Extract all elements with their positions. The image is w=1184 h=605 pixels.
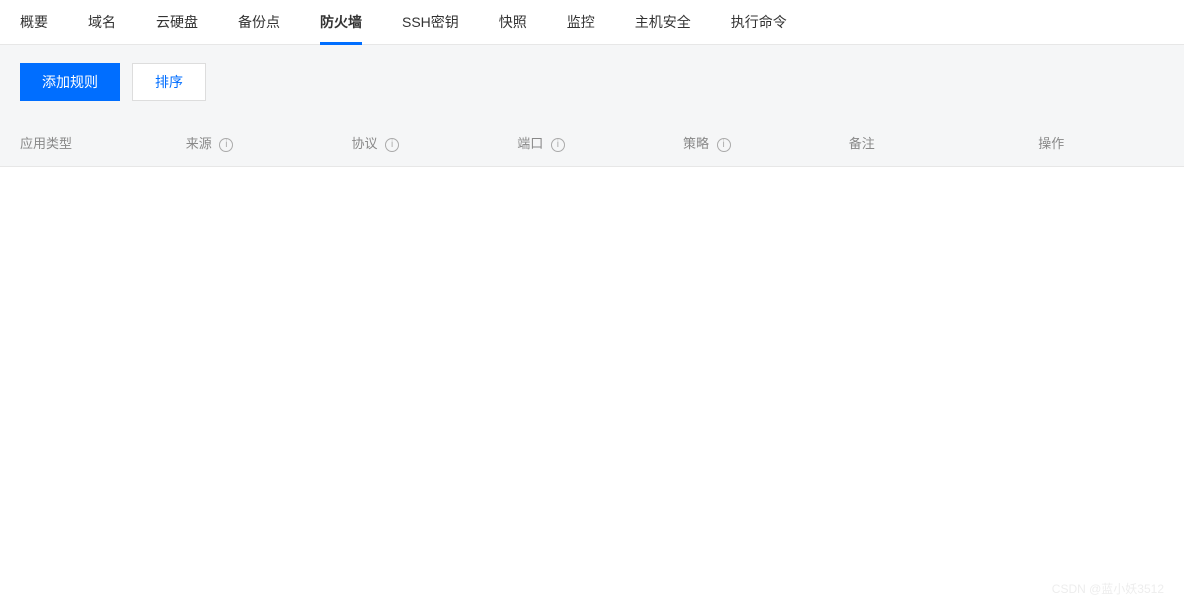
toolbar: 添加规则 排序 xyxy=(0,45,1184,119)
header-protocol: 协议 i xyxy=(332,119,498,167)
header-policy: 策略 i xyxy=(663,119,829,167)
tab-1[interactable]: 域名 xyxy=(88,0,116,44)
header-type: 应用类型 xyxy=(0,119,166,167)
tab-4[interactable]: 防火墙 xyxy=(320,0,362,44)
tab-8[interactable]: 主机安全 xyxy=(635,0,691,44)
header-remark: 备注 xyxy=(829,119,1018,167)
tab-7[interactable]: 监控 xyxy=(567,0,595,44)
tab-bar: 概要域名云硬盘备份点防火墙 SSH密钥快照监控主机安全执行命令 xyxy=(0,0,1184,45)
info-icon[interactable]: i xyxy=(385,138,399,152)
firewall-rules-table-container: 应用类型 来源 i 协议 i 端口 i 策略 i xyxy=(0,119,1184,167)
tab-2[interactable]: 云硬盘 xyxy=(156,0,198,44)
tab-3[interactable]: 备份点 xyxy=(238,0,280,44)
add-rule-button[interactable]: 添加规则 xyxy=(20,63,120,101)
info-icon[interactable]: i xyxy=(219,138,233,152)
info-icon[interactable]: i xyxy=(551,138,565,152)
watermark: CSDN @蓝小妖3512 xyxy=(1052,580,1164,597)
tab-6[interactable]: 快照 xyxy=(499,0,527,44)
info-icon[interactable]: i xyxy=(717,138,731,152)
tab-0[interactable]: 概要 xyxy=(20,0,48,44)
header-action: 操作 xyxy=(1018,119,1184,167)
tab-5[interactable]: SSH密钥 xyxy=(402,0,459,44)
tab-9[interactable]: 执行命令 xyxy=(731,0,787,44)
sort-button[interactable]: 排序 xyxy=(132,63,206,101)
header-port: 端口 i xyxy=(497,119,663,167)
header-source: 来源 i xyxy=(166,119,332,167)
firewall-rules-table: 应用类型 来源 i 协议 i 端口 i 策略 i xyxy=(0,119,1184,167)
